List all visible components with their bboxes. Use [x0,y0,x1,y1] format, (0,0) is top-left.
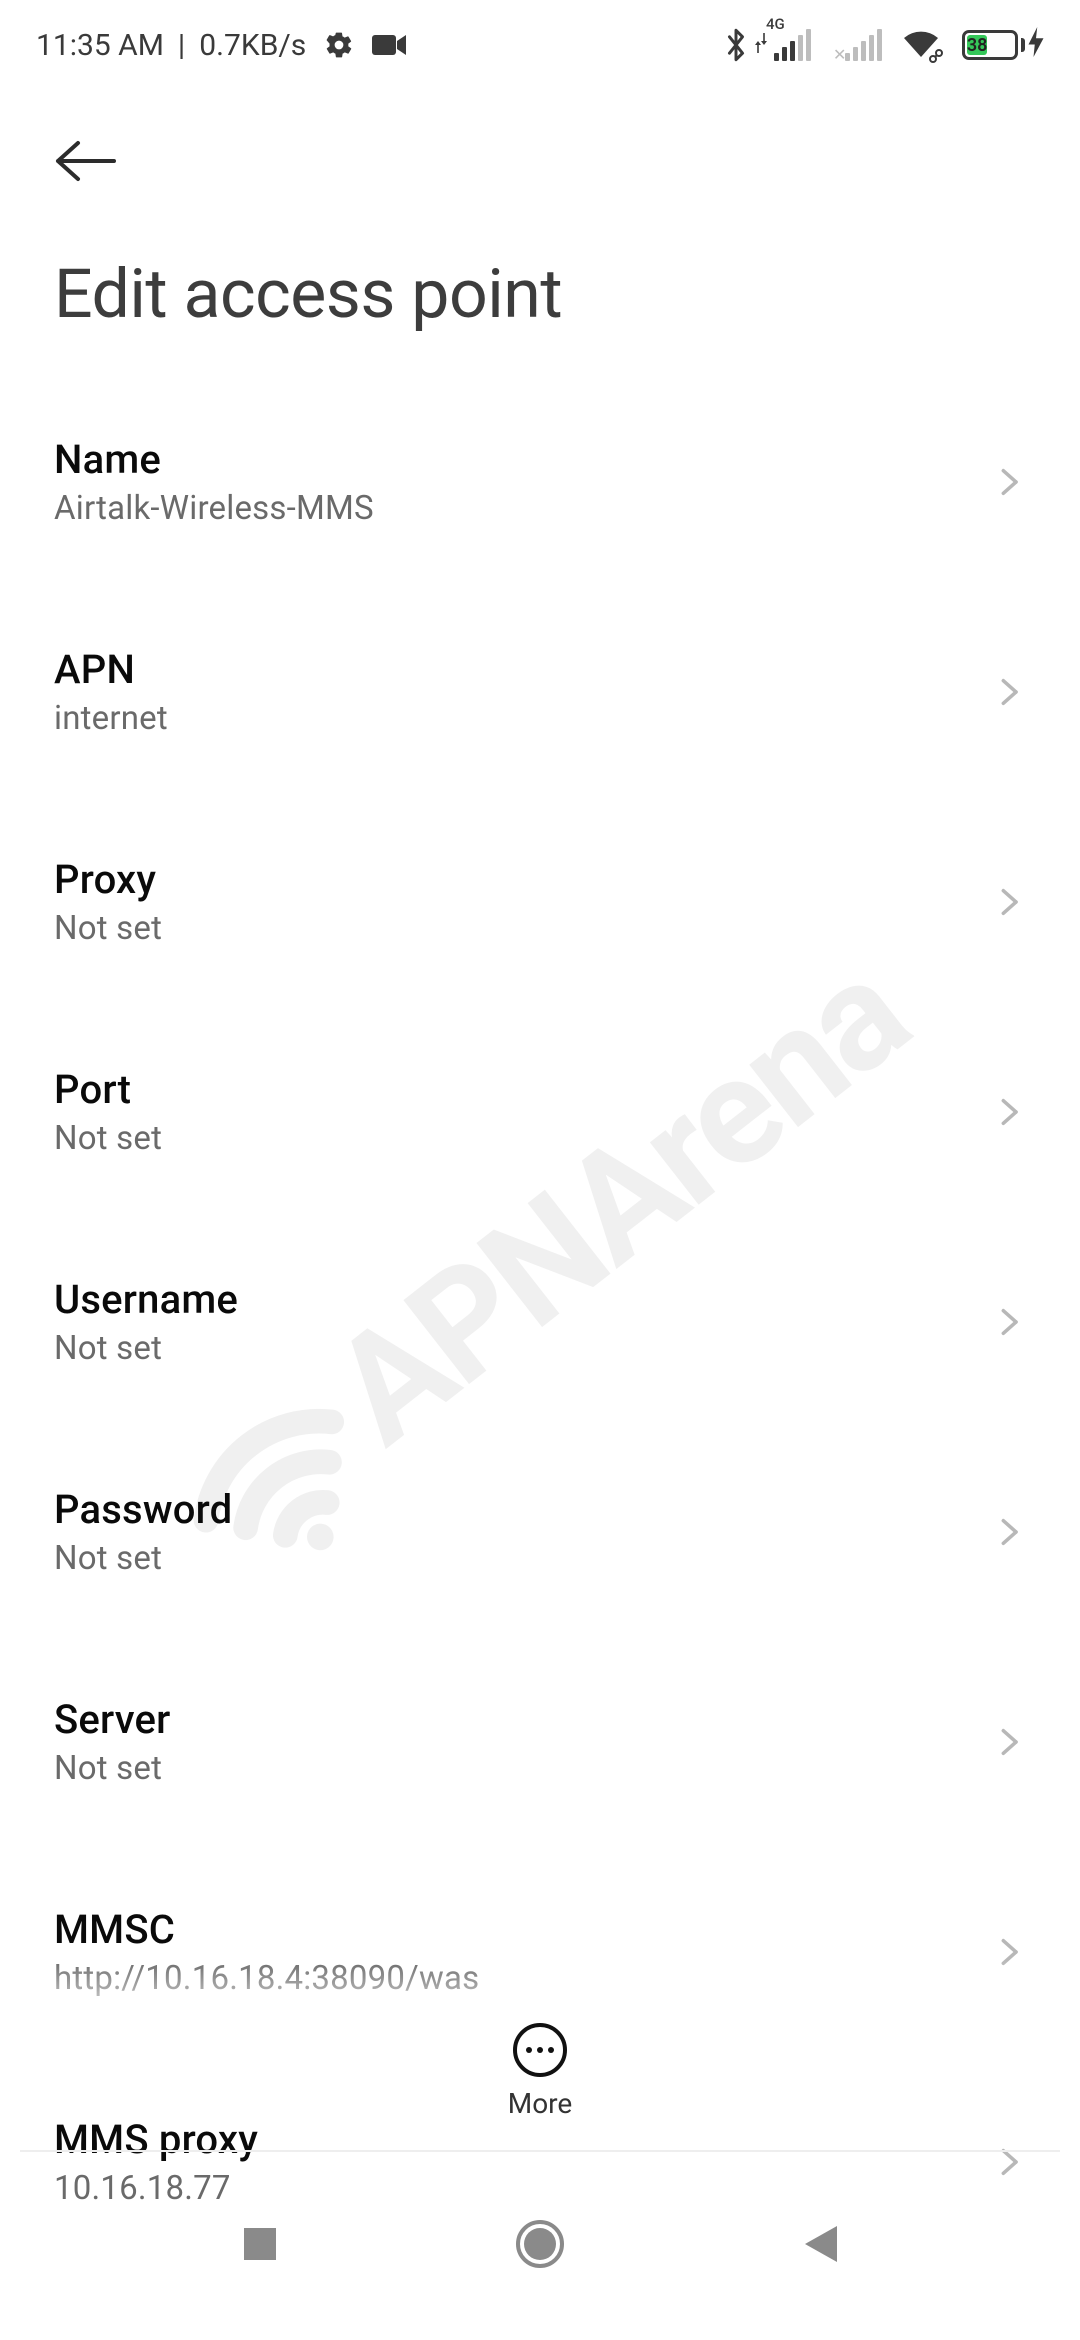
row-title: Name [54,436,992,483]
row-title: MMSC [54,1906,992,1953]
row-apn[interactable]: APN internet [54,602,1026,782]
row-port[interactable]: Port Not set [54,1022,1026,1202]
signal-4g-label: 4G [766,15,785,33]
status-net-speed: 0.7KB/s [199,28,306,63]
more-area: More [0,1960,1080,2120]
triangle-left-icon [801,2224,839,2268]
more-button[interactable]: More [508,2023,573,2120]
header: Edit access point [0,128,1080,334]
battery-body: 38 [962,30,1018,60]
back-button[interactable] [54,128,124,198]
square-icon [242,2226,278,2266]
signal-2: ✕ [845,29,882,61]
chevron-right-icon [992,1305,1026,1339]
chevron-right-icon [992,1725,1026,1759]
status-left: 11:35 AM | 0.7KB/s [36,28,406,63]
sig-bar [790,41,795,61]
row-title: Server [54,1696,992,1743]
sig-bar [806,29,811,61]
sig-bar [774,53,779,61]
row-value: Not set [54,909,992,948]
row-title: Username [54,1276,992,1323]
signal-1: 4G [768,29,811,61]
row-value: Not set [54,1329,992,1368]
row-value: Not set [54,1119,992,1158]
nav-recent-button[interactable] [220,2206,300,2286]
battery-indicator: 38 [962,27,1044,63]
charging-bolt-icon [1028,27,1044,63]
battery-cap [1021,38,1025,52]
nav-bar [0,2152,1080,2340]
row-title: Proxy [54,856,992,903]
chevron-right-icon [992,1515,1026,1549]
nav-home-button[interactable] [500,2206,580,2286]
row-title: APN [54,646,992,693]
camera-icon [372,33,406,57]
status-time: 11:35 AM [36,28,164,63]
row-proxy[interactable]: Proxy Not set [54,812,1026,992]
more-icon [513,2023,567,2077]
wifi-icon [902,30,940,60]
status-sep: | [174,28,189,63]
row-value: Not set [54,1539,992,1578]
nav-back-button[interactable] [780,2206,860,2286]
row-value: internet [54,699,992,738]
page-title: Edit access point [54,254,1026,334]
sig-bar [861,41,866,61]
chevron-right-icon [992,675,1026,709]
sig-bar [869,35,874,61]
battery-pct: 38 [967,35,988,56]
row-name[interactable]: Name Airtalk-Wireless-MMS [54,392,1026,572]
wifi-link-icon [928,48,944,64]
status-right: 4G ✕ 38 [724,27,1044,63]
row-password[interactable]: Password Not set [54,1442,1026,1622]
sig-bar [798,35,803,61]
circle-icon [515,2219,565,2273]
more-label: More [508,2087,573,2120]
arrow-left-icon [54,139,118,187]
row-value: Not set [54,1749,992,1788]
row-title: Port [54,1066,992,1113]
chevron-right-icon [992,465,1026,499]
sig-bar [877,29,882,61]
row-value: Airtalk-Wireless-MMS [54,489,992,528]
status-bar: 11:35 AM | 0.7KB/s 4G ✕ [0,0,1080,90]
chevron-right-icon [992,1095,1026,1129]
chevron-right-icon [992,885,1026,919]
gear-icon [324,30,354,60]
row-title: Password [54,1486,992,1533]
signal-updown-icon [754,26,768,61]
sig-bar [853,47,858,61]
bluetooth-icon [724,27,748,63]
sig-bar [782,47,787,61]
battery-fill: 38 [967,35,987,55]
row-server[interactable]: Server Not set [54,1652,1026,1832]
signal-x-icon: ✕ [833,45,846,64]
row-username[interactable]: Username Not set [54,1232,1026,1412]
